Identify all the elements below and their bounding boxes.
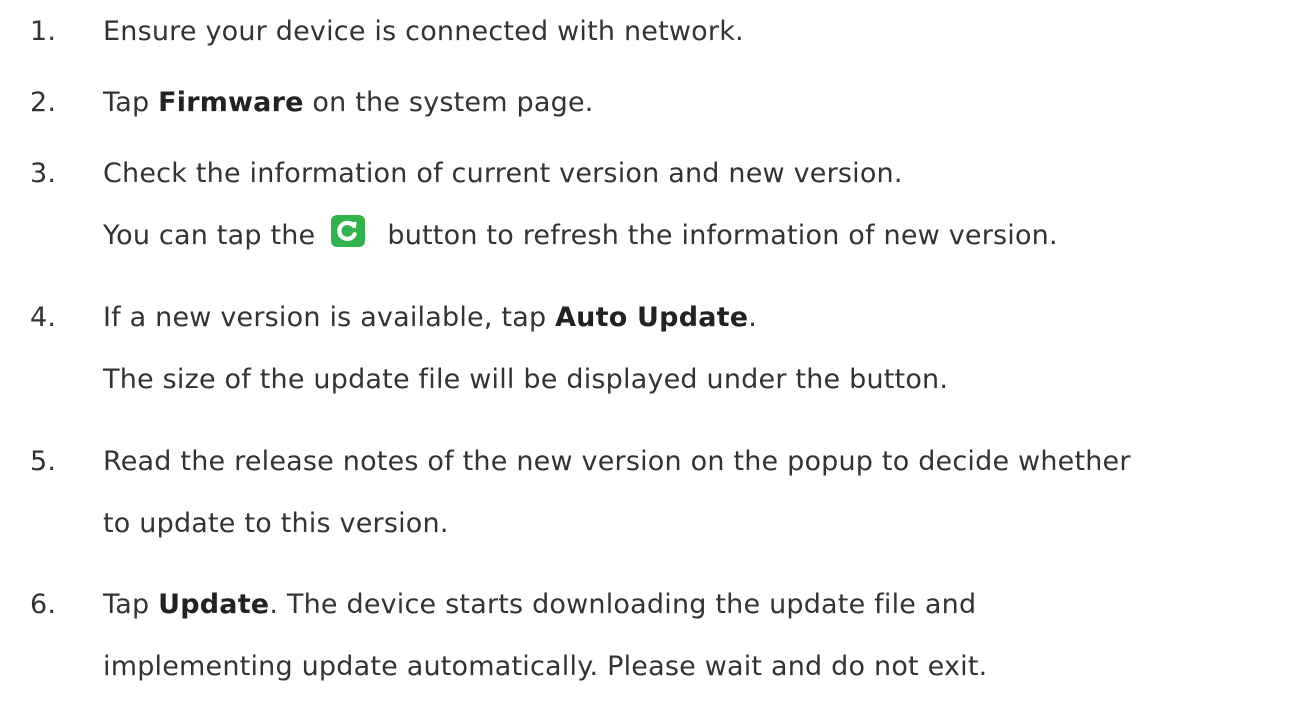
step-text-before: Tap: [103, 589, 159, 620]
step-number: 3.: [30, 158, 57, 189]
step-text: Ensure your device is connected with net…: [103, 16, 744, 47]
step-text-before: Tap: [103, 87, 159, 118]
step-text: Read the release notes of the new versio…: [103, 446, 1131, 477]
step-number: 5.: [30, 446, 57, 477]
step-text-before: If a new version is available, tap: [103, 302, 556, 333]
step-number: 2.: [30, 87, 57, 118]
step-number: 4.: [30, 302, 57, 333]
ui-term-firmware: Firmware: [158, 87, 304, 118]
refresh-icon-glyph: [337, 220, 358, 241]
step-text-after: button to refresh the information of new…: [387, 220, 1058, 251]
step-text: If a new version is available, tap Auto …: [103, 298, 757, 338]
step-text: The size of the update file will be disp…: [103, 364, 949, 395]
step-text: implementing update automatically. Pleas…: [103, 651, 988, 682]
step-text-after: on the system page.: [303, 87, 594, 118]
step-text: Tap Firmware on the system page.: [103, 83, 594, 123]
step-text-after: .: [748, 302, 758, 333]
instruction-document: 1. Ensure your device is connected with …: [0, 0, 1294, 707]
ui-term-auto-update: Auto Update: [555, 302, 749, 333]
step-text: to update to this version.: [103, 508, 449, 539]
refresh-icon: [331, 214, 366, 247]
step-number: 6.: [30, 589, 57, 620]
step-text-after: . The device starts downloading the upda…: [269, 589, 977, 620]
step-number: 1.: [30, 16, 57, 47]
step-text-before: You can tap the: [103, 220, 316, 251]
step-text: Check the information of current version…: [103, 158, 903, 189]
step-text: Tap Update. The device starts downloadin…: [103, 585, 976, 625]
step-text: You can tap the button to refresh the inf…: [103, 214, 1058, 256]
ui-term-update: Update: [158, 589, 270, 620]
